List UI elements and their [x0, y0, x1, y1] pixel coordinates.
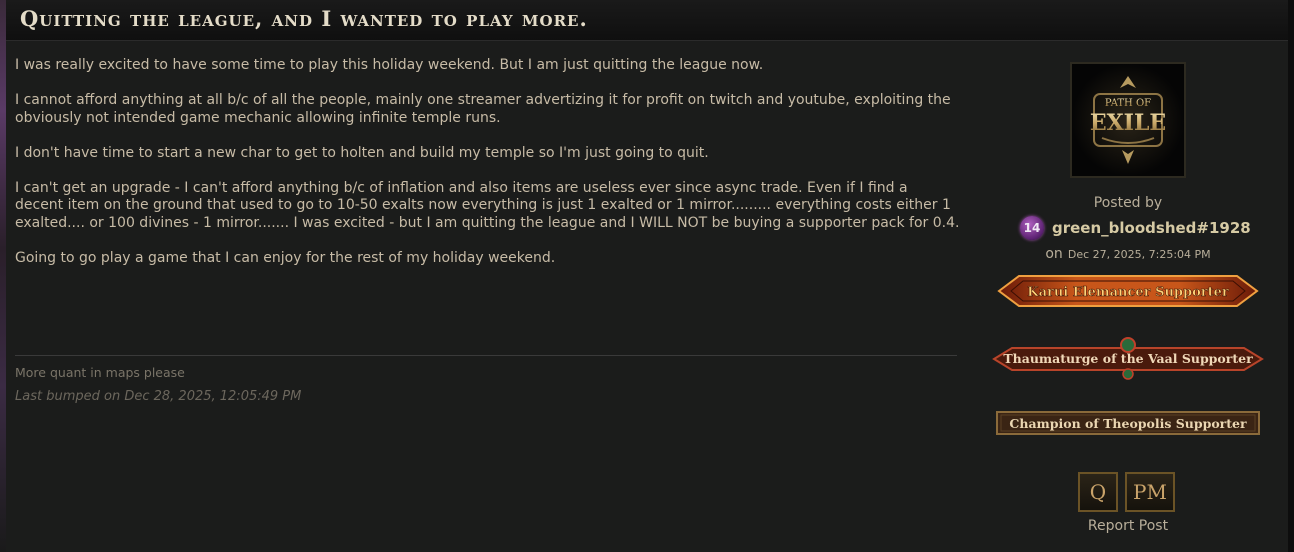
- thread-title-bar: Quitting the league, and I wanted to pla…: [6, 0, 1288, 41]
- avatar-text-top: PATH OF: [1105, 98, 1151, 109]
- level-badge: 14: [1020, 216, 1044, 240]
- left-decoration: [0, 0, 6, 552]
- forum-post-frame: Quitting the league, and I wanted to pla…: [0, 0, 1294, 552]
- posted-by-label: Posted by: [1093, 195, 1163, 211]
- private-message-button[interactable]: PM: [1125, 472, 1175, 512]
- on-label: on: [1045, 246, 1063, 262]
- username-link[interactable]: green_bloodshed#1928: [1052, 219, 1251, 237]
- post-paragraph: I can't get an upgrade - I can't afford …: [15, 179, 960, 231]
- report-post-link[interactable]: Report Post: [990, 518, 1266, 534]
- badge-label: Champion of Theopolis Supporter: [1009, 416, 1247, 431]
- post-paragraph: I cannot afford anything at all b/c of a…: [15, 92, 951, 126]
- post-date: Dec 27, 2025, 7:25:04 PM: [1067, 248, 1211, 261]
- badge-label: Karui Elemancer Supporter: [1027, 285, 1229, 300]
- post-actions: Q PM: [1078, 472, 1175, 512]
- post-paragraph: I was really excited to have some time t…: [15, 57, 764, 73]
- post-content: I was really excited to have some time t…: [15, 57, 960, 285]
- post-paragraph: I don't have time to start a new char to…: [15, 144, 709, 161]
- path-of-exile-logo-icon: PATH OF EXILE: [1072, 64, 1184, 176]
- supporter-badge-theopolis: Champion of Theopolis Supporter: [990, 406, 1266, 440]
- badge-label: Thaumaturge of the Vaal Supporter: [1003, 351, 1253, 366]
- right-edge: [1288, 0, 1294, 552]
- supporter-badge-thaumaturge: Thaumaturge of the Vaal Supporter: [990, 336, 1266, 382]
- signature: More quant in maps please: [15, 365, 185, 380]
- avatar[interactable]: PATH OF EXILE: [1070, 62, 1186, 178]
- last-bumped: Last bumped on Dec 28, 2025, 12:05:49 PM: [15, 389, 302, 404]
- quote-button[interactable]: Q: [1078, 472, 1118, 512]
- post-paragraph: Going to go play a game that I can enjoy…: [15, 249, 556, 266]
- author-line: 14 green_bloodshed#1928: [1020, 215, 1251, 241]
- post-date-row: on Dec 27, 2025, 7:25:04 PM: [990, 243, 1266, 262]
- supporter-badge-karui: Karui Elemancer Supporter: [990, 266, 1266, 316]
- avatar-text-main: EXILE: [1090, 110, 1166, 136]
- signature-divider: [15, 355, 957, 356]
- thread-title: Quitting the league, and I wanted to pla…: [20, 6, 588, 31]
